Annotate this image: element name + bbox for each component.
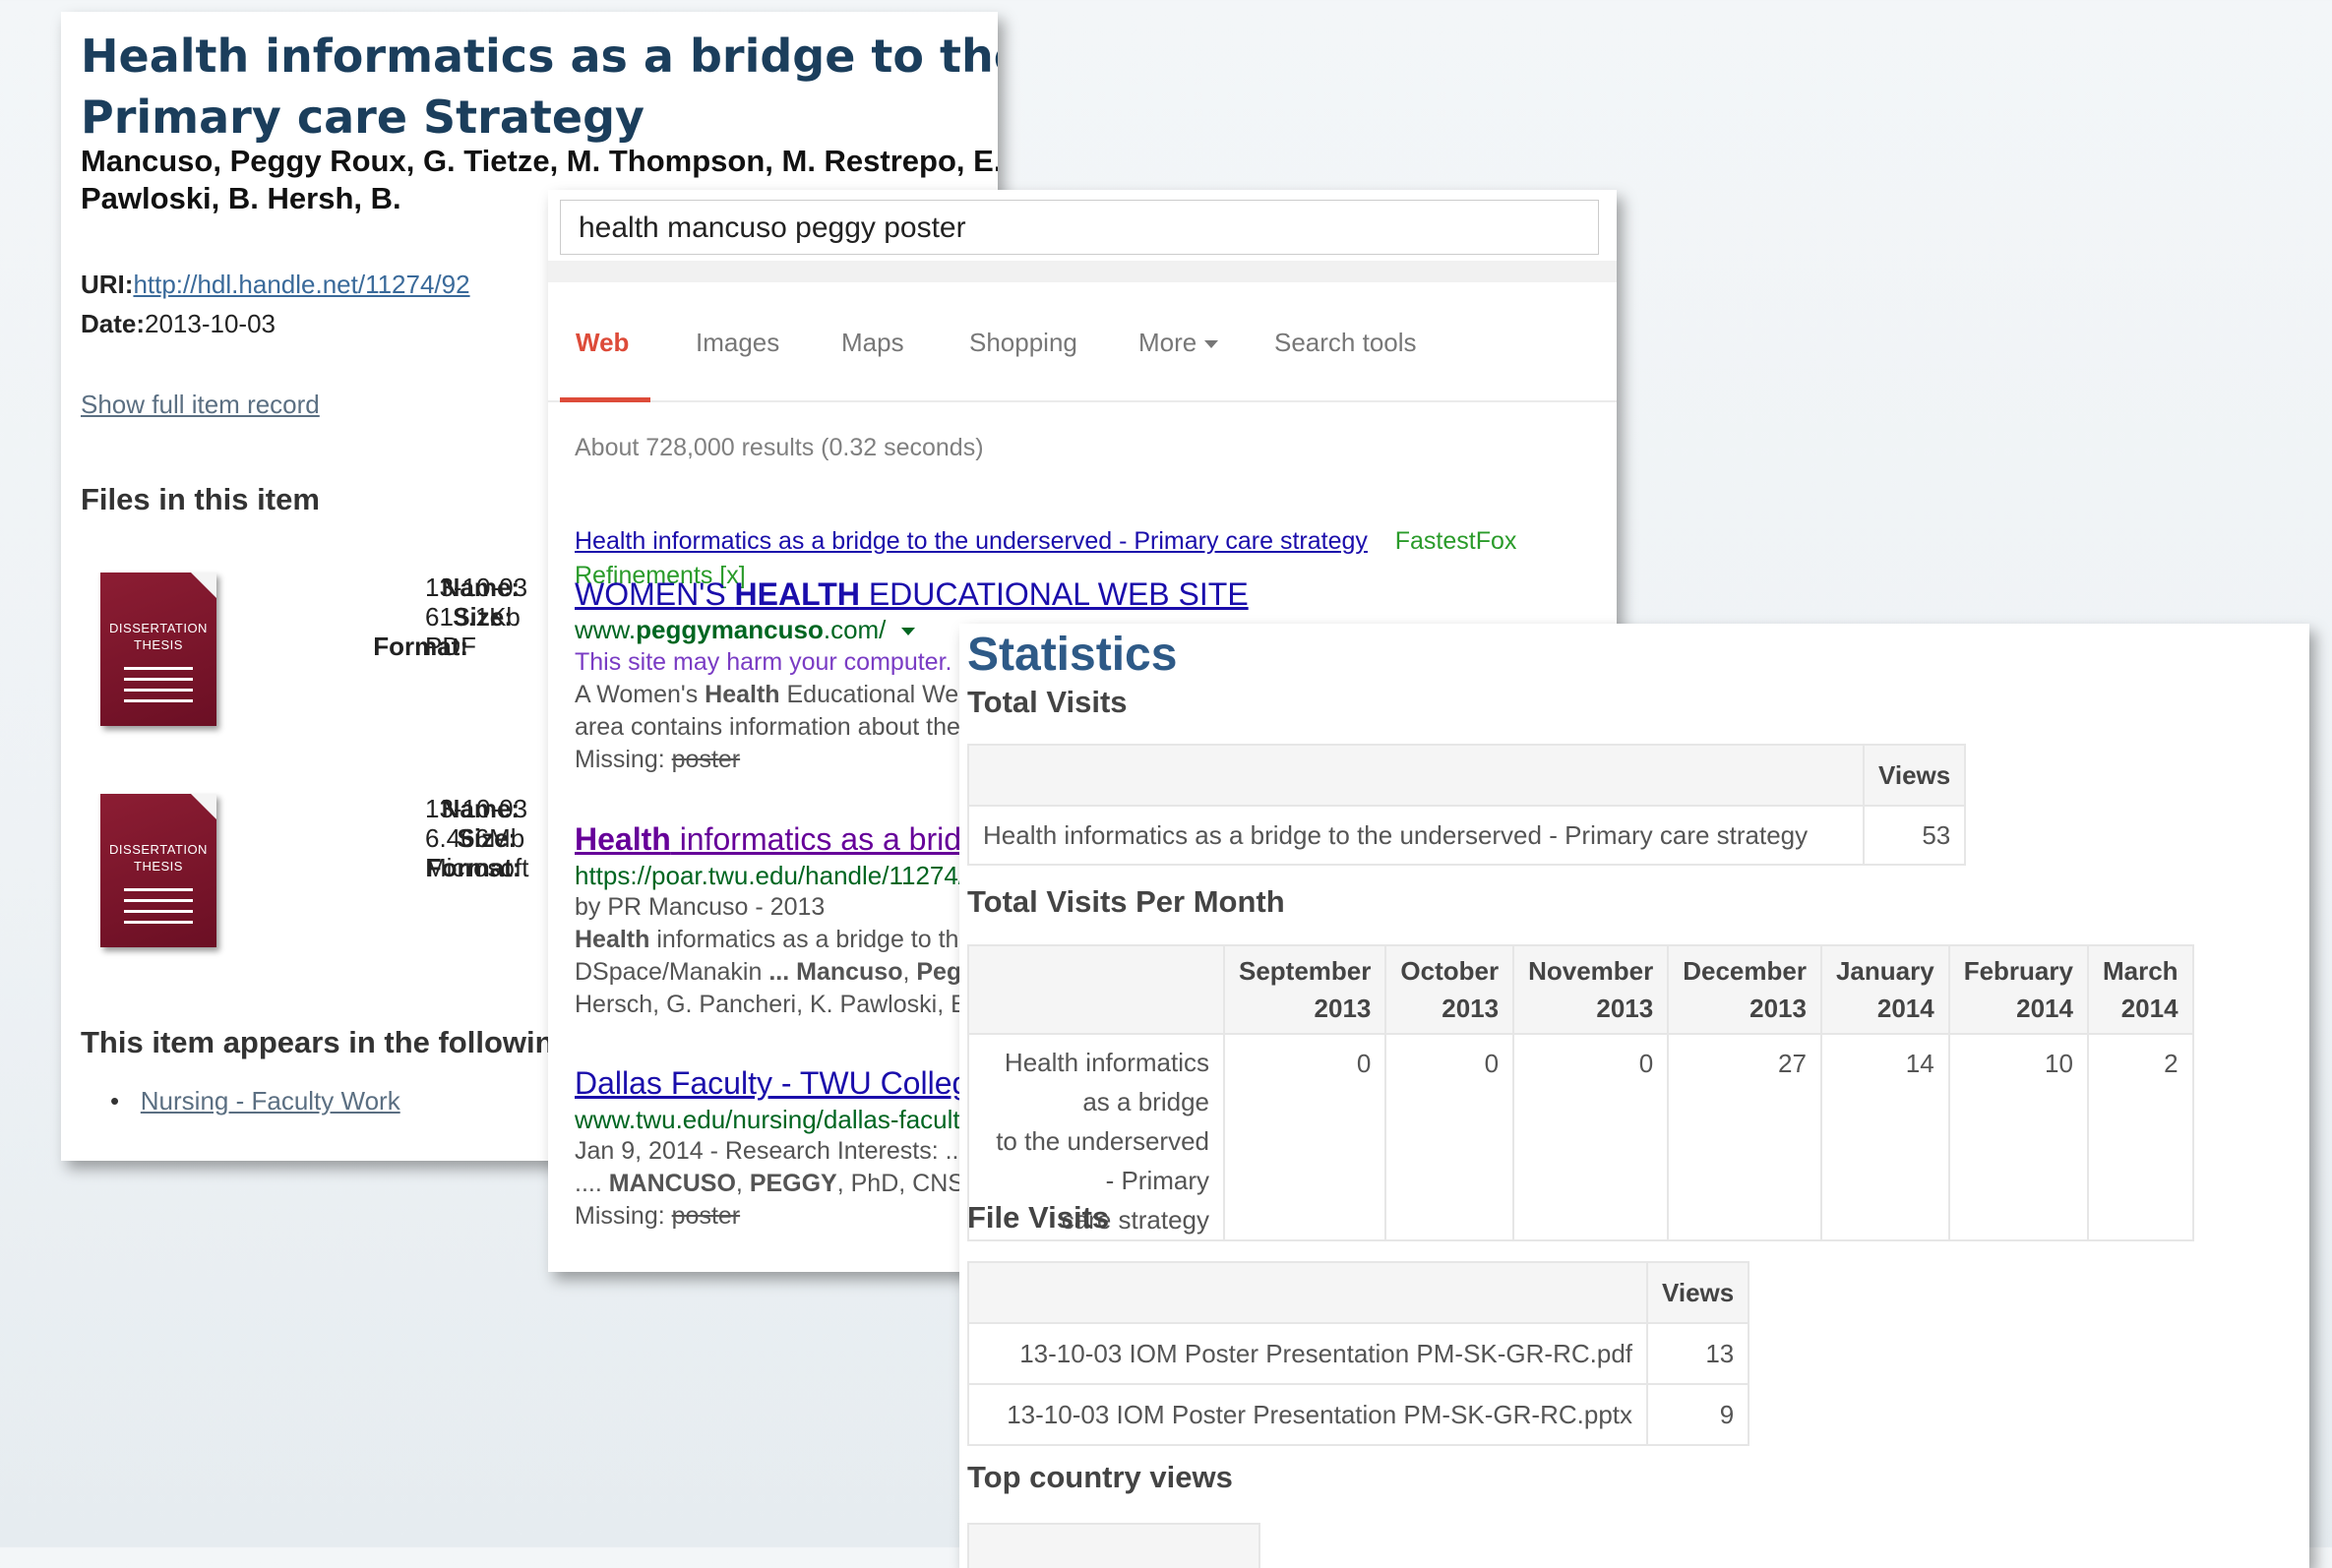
authors-line1: Mancuso, Peggy Roux, G. Tietze, M. Thomp… [81, 144, 998, 178]
month-value-cell: 27 [1667, 1033, 1822, 1241]
file-icon-label: DISSERTATION THESIS [109, 842, 208, 874]
file-2-size: Size: 6.466Mb [425, 823, 525, 853]
top-country-table [967, 1523, 1260, 1568]
file-visits-heading: File Visits [967, 1200, 1110, 1235]
table-row: Health informatics as a bridge to the un… [967, 805, 1967, 866]
document-lines-icon [124, 667, 193, 702]
authors-line2: Pawloski, B. Hersh, B. [81, 181, 401, 215]
month-value-cell: 14 [1819, 1033, 1950, 1241]
result-2-url: https://poar.twu.edu/handle/11274/92 [575, 861, 994, 890]
collection-list-item: • Nursing - Faculty Work [110, 1086, 400, 1116]
result-3-snippet: Jan 9, 2014 - Research Interests: ... ..… [575, 1137, 966, 1230]
files-heading: Files in this item [81, 482, 320, 516]
result-3-url: www.twu.edu/nursing/dallas-faculty.asp [575, 1105, 1019, 1134]
fastestfox-link[interactable]: Health informatics as a bridge to the un… [575, 527, 1368, 555]
table-row: Health informatics as a bridge to the un… [967, 1033, 2194, 1241]
document-lines-icon [124, 888, 193, 924]
statistics-window: Statistics Total Visits Views Health inf… [959, 624, 2309, 1568]
result-1-warning[interactable]: This site may harm your computer. [575, 648, 951, 677]
format-label: Format: [373, 632, 468, 661]
file-1-name: Name: 13-10-03 [425, 573, 528, 602]
month-value-cell: 2 [2086, 1033, 2194, 1241]
month-value-cell: 10 [1947, 1033, 2089, 1241]
per-month-heading: Total Visits Per Month [967, 884, 1285, 919]
top-country-heading: Top country views [967, 1460, 1233, 1494]
table-row: 13-10-03 IOM Poster Presentation PM-SK-G… [967, 1383, 1750, 1446]
item-title: Health informatics as a bridge to the un… [81, 26, 998, 148]
file-thumbnail-2[interactable]: DISSERTATION THESIS [100, 794, 216, 947]
tab-web[interactable]: Web [576, 328, 629, 358]
search-box-shadow [548, 261, 1617, 282]
size-label: Size: [457, 823, 518, 853]
date-value: 2013-10-03 [145, 309, 276, 338]
month-header: November 2013 [1512, 944, 1670, 1035]
file-1-format: Format: PDF [373, 632, 476, 661]
file-column-header [967, 1261, 1648, 1324]
total-visits-heading: Total Visits [967, 685, 1128, 719]
views-cell: 13 [1645, 1322, 1750, 1385]
file-visits-table: Views 13-10-03 IOM Poster Presentation P… [967, 1261, 1750, 1446]
tab-more[interactable]: More [1138, 328, 1219, 358]
tab-maps[interactable]: Maps [841, 328, 904, 358]
month-value-cell: 0 [1512, 1033, 1670, 1241]
item-column-header [967, 944, 1225, 1035]
result-1-title[interactable]: WOMEN'S HEALTH EDUCATIONAL WEB SITE [575, 576, 1249, 613]
month-value-cell: 0 [1384, 1033, 1515, 1241]
views-cell: 53 [1862, 805, 1967, 866]
month-header: September 2013 [1222, 944, 1387, 1035]
month-header: January 2014 [1819, 944, 1950, 1035]
uri-row: URI:http://hdl.handle.net/11274/92 [81, 270, 470, 300]
uri-label: URI: [81, 270, 134, 299]
active-tab-indicator [560, 397, 650, 402]
month-header: October 2013 [1384, 944, 1515, 1035]
tab-search-tools[interactable]: Search tools [1274, 328, 1417, 358]
file-icon-label: DISSERTATION THESIS [109, 621, 208, 652]
item-column-header [967, 744, 1865, 807]
size-label: Size: [453, 602, 513, 632]
stats-title: Statistics [967, 629, 1178, 681]
views-header: Views [1862, 744, 1967, 807]
format-label: Format: [425, 853, 522, 882]
file-cell: 13-10-03 IOM Poster Presentation PM-SK-G… [967, 1383, 1648, 1446]
month-value-cell: 0 [1222, 1033, 1387, 1241]
caret-down-icon [1204, 340, 1219, 349]
month-header: March 2014 [2086, 944, 2194, 1035]
fastestfox-label: FastestFox [1394, 527, 1517, 555]
file-cell: 13-10-03 IOM Poster Presentation PM-SK-G… [967, 1322, 1648, 1385]
show-full-record-link[interactable]: Show full item record [81, 390, 320, 420]
item-title-line2: Primary care Strategy [81, 90, 644, 144]
table-row: 13-10-03 IOM Poster Presentation PM-SK-G… [967, 1322, 1750, 1385]
per-month-table: September 2013 October 2013 November 2013 D… [967, 944, 2194, 1241]
file-2-name: Name: 13-10-03 [425, 794, 528, 823]
file-1-size: Size: 613.1Kb [425, 602, 521, 632]
date-label: Date: [81, 309, 146, 338]
views-cell: 9 [1645, 1383, 1750, 1446]
item-cell: Health informatics as a bridge to the un… [967, 805, 1865, 866]
uri-link[interactable]: http://hdl.handle.net/11274/92 [133, 270, 469, 299]
name-label: Name: [441, 573, 521, 602]
caret-down-icon[interactable] [900, 628, 915, 636]
name-label: Name: [441, 794, 521, 823]
total-visits-table: Views Health informatics as a bridge to … [967, 744, 1967, 866]
date-row: Date:2013-10-03 [81, 309, 276, 339]
result-1-url: www.peggymancuso.com/ [575, 615, 915, 645]
views-header: Views [1645, 1261, 1750, 1324]
result-stats: About 728,000 results (0.32 seconds) [575, 434, 984, 461]
search-input[interactable]: health mancuso peggy poster [560, 200, 1599, 255]
item-title-line1: Health informatics as a bridge to the un… [81, 30, 998, 83]
search-tabs: Web Images Maps Shopping More Search too… [548, 308, 1617, 402]
file-thumbnail-1[interactable]: DISSERTATION THESIS [100, 573, 216, 726]
tab-images[interactable]: Images [696, 328, 779, 358]
collection-link-nursing[interactable]: Nursing - Faculty Work [141, 1086, 400, 1116]
file-2-format: Format: Microsoft [425, 853, 529, 882]
bullet-dot: • [110, 1086, 141, 1116]
month-header: February 2014 [1947, 944, 2089, 1035]
fastestfox-bar: Health informatics as a bridge to the un… [575, 527, 1516, 556]
month-header: December 2013 [1667, 944, 1822, 1035]
tab-shopping[interactable]: Shopping [969, 328, 1077, 358]
